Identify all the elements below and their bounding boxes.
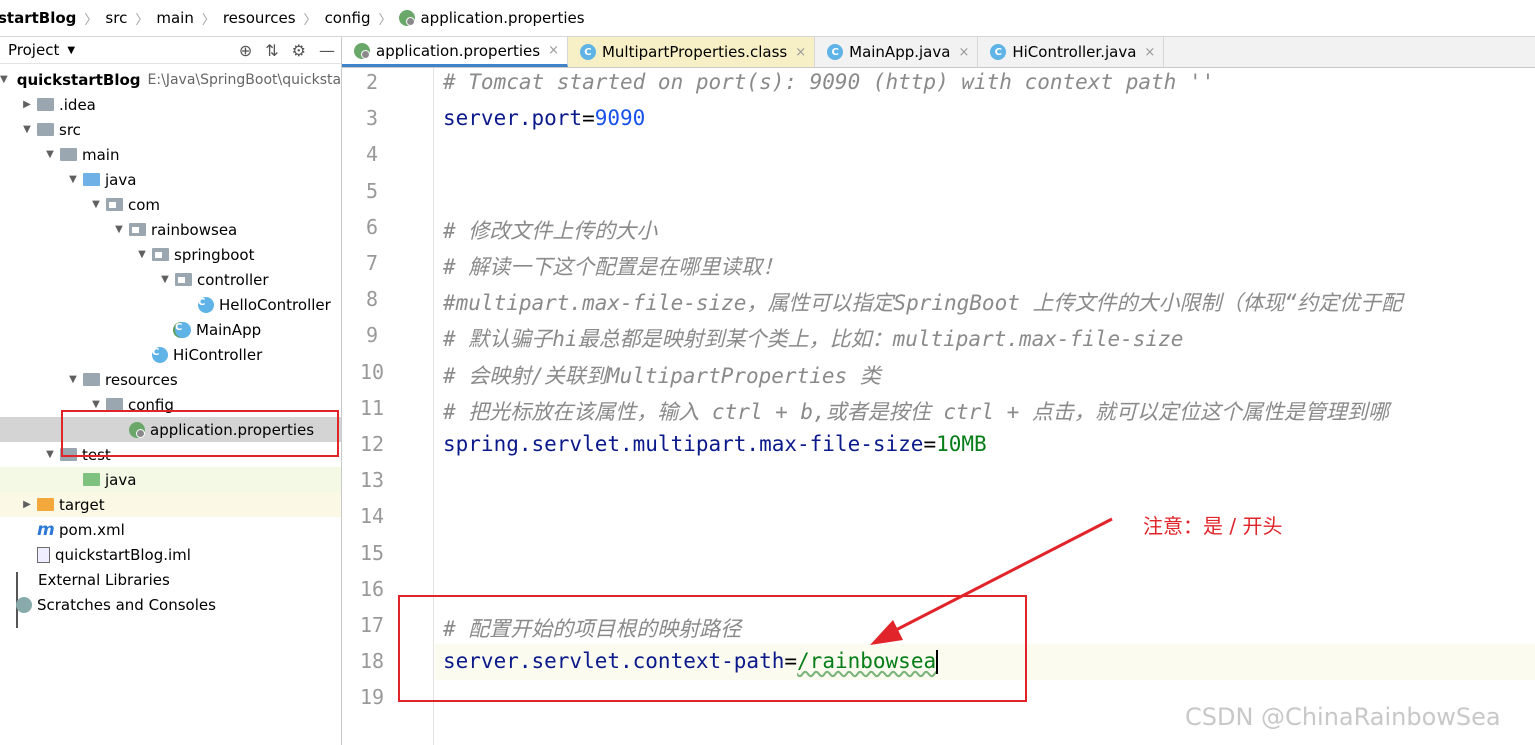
- annotation-note: 注意：是 / 开头: [1143, 514, 1283, 538]
- annotation-arrow: [870, 517, 1113, 645]
- watermark: CSDN @ChinaRainbowSea: [1185, 703, 1501, 731]
